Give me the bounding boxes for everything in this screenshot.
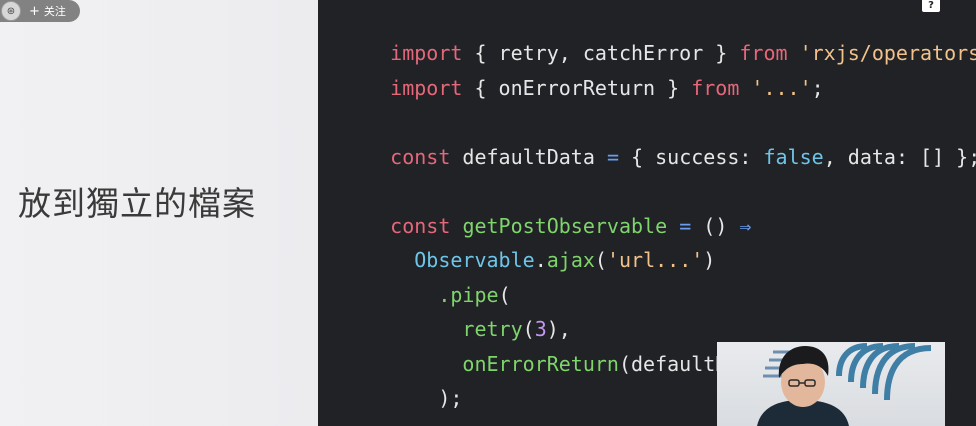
code-token: , data: [] }; <box>823 145 976 169</box>
code-token: const <box>390 145 451 169</box>
webcam-image <box>757 343 932 426</box>
code-line-5: Observable.ajax('url...') <box>342 221 715 272</box>
code-token: '...' <box>751 76 812 100</box>
code-token: 'rxjs/operators' <box>799 41 976 65</box>
help-icon[interactable]: ? <box>922 0 940 12</box>
code-token: onErrorReturn <box>462 352 619 376</box>
follow-button[interactable]: ⊛ + 关注 <box>0 0 80 22</box>
slide-title: 放到獨立的檔案 <box>18 184 256 223</box>
plus-icon: + <box>29 3 40 19</box>
follow-label: 关注 <box>43 5 66 18</box>
code-line-3: const defaultData = { success: false, da… <box>342 118 976 169</box>
code-token: ⇒ <box>739 214 752 238</box>
code-token: 'url...' <box>606 248 704 272</box>
presenter-figure <box>757 346 849 426</box>
code-token: ) <box>703 248 716 272</box>
code-line-6: .pipe( <box>342 256 510 307</box>
code-line-8: onErrorReturn(defaultData) <box>342 325 775 376</box>
code-token: ( <box>594 248 607 272</box>
webcam-overlay <box>717 342 945 426</box>
code-token: { success: <box>618 145 764 169</box>
code-token: ; <box>811 76 824 100</box>
code-token: ajax <box>546 248 595 272</box>
code-token: = <box>606 145 619 169</box>
code-line-7: retry(3), <box>342 290 570 341</box>
code-token: ); <box>438 386 463 410</box>
code-token: from <box>691 76 740 100</box>
channel-avatar[interactable]: ⊛ <box>1 1 21 21</box>
code-token: { onErrorReturn } <box>462 76 692 100</box>
code-token: defaultData <box>450 145 607 169</box>
code-line-1: import { retry, catchError } from 'rxjs/… <box>342 14 976 65</box>
backdrop-logo <box>836 343 932 401</box>
code-token: . <box>534 248 547 272</box>
code-line-9: ); <box>342 359 462 410</box>
code-line-2: import { onErrorReturn } from '...'; <box>342 49 824 100</box>
code-token: import <box>390 76 463 100</box>
logo-arc <box>884 345 932 401</box>
code-token: false <box>763 145 824 169</box>
code-line-4: const getPostObservable = () ⇒ <box>342 187 751 238</box>
slide-title-panel: 放到獨立的檔案 <box>0 0 318 426</box>
